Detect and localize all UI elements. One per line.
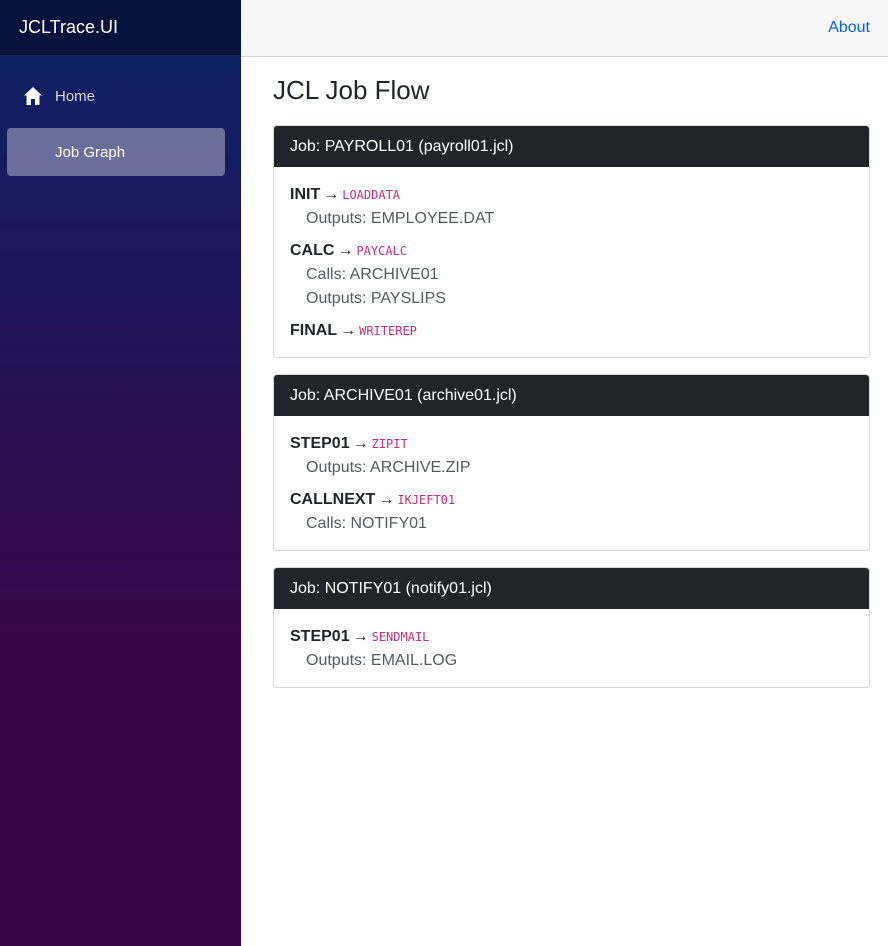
main-content: JCL Job Flow Job: PAYROLL01 (payroll01.j…	[273, 75, 870, 704]
step-program: SENDMAIL	[371, 630, 430, 644]
step-detail: Outputs: EMAIL.LOG	[306, 652, 458, 669]
job-step: CALLNEXT → IKJEFT01 Calls: NOTIFY01	[290, 488, 853, 536]
job-card-header: Job: PAYROLL01 (payroll01.jcl)	[274, 126, 869, 167]
step-detail: Calls: NOTIFY01	[306, 515, 427, 532]
step-detail: Calls: ARCHIVE01	[306, 266, 439, 283]
step-program: PAYCALC	[356, 244, 408, 258]
job-card-notify01: Job: NOTIFY01 (notify01.jcl) STEP01 → SEND…	[273, 567, 870, 688]
nav-item-job-graph[interactable]: Job Graph	[7, 128, 225, 176]
job-card-payroll01: Job: PAYROLL01 (payroll01.jcl) INIT → LOAD…	[273, 125, 870, 358]
arrow-icon: →	[323, 186, 340, 203]
sidebar: JCLTrace.UI Home Job Graph	[0, 0, 241, 946]
job-card-body: STEP01 → ZIPIT Outputs: ARCHIVE.ZIP CALLNE…	[274, 416, 869, 550]
step-detail: Outputs: EMPLOYEE.DAT	[306, 210, 495, 227]
job-card-body: INIT → LOADDATA Outputs: EMPLOYEE.DAT CALC…	[274, 167, 869, 357]
job-step: CALC → PAYCALC Calls: ARCHIVE01 Outputs: P…	[290, 239, 853, 311]
home-icon	[24, 87, 42, 105]
app-brand[interactable]: JCLTrace.UI	[0, 0, 241, 56]
job-step: INIT → LOADDATA Outputs: EMPLOYEE.DAT	[290, 183, 853, 231]
sidebar-nav: Home Job Graph	[0, 56, 241, 176]
about-link[interactable]: About	[828, 19, 870, 37]
step-detail: Outputs: ARCHIVE.ZIP	[306, 459, 471, 476]
nav-item-home[interactable]: Home	[7, 72, 225, 120]
step-program: WRITEREP	[359, 324, 417, 338]
arrow-icon: →	[337, 242, 354, 259]
step-name: INIT	[290, 186, 321, 203]
step-program: IKJEFT01	[397, 493, 456, 507]
step-detail: Outputs: PAYSLIPS	[306, 290, 446, 307]
arrow-icon: →	[352, 435, 369, 452]
job-card-archive01: Job: ARCHIVE01 (archive01.jcl) STEP01 → ZI…	[273, 374, 870, 551]
nav-item-job-graph-label: Job Graph	[55, 143, 126, 161]
job-card-header: Job: NOTIFY01 (notify01.jcl)	[274, 568, 869, 609]
nav-item-home-label: Home	[55, 87, 96, 105]
step-name: STEP01	[290, 435, 350, 452]
job-card-header: Job: ARCHIVE01 (archive01.jcl)	[274, 375, 869, 416]
step-name: CALC	[290, 242, 335, 259]
job-step: STEP01 → ZIPIT Outputs: ARCHIVE.ZIP	[290, 432, 853, 480]
job-step: FINAL → WRITEREP	[290, 319, 853, 343]
arrow-icon: →	[378, 491, 395, 508]
step-name: STEP01	[290, 628, 350, 645]
step-program: LOADDATA	[342, 188, 401, 202]
step-name: FINAL	[290, 322, 338, 339]
step-name: CALLNEXT	[290, 491, 376, 508]
job-card-body: STEP01 → SENDMAIL Outputs: EMAIL.LOG	[274, 609, 869, 687]
arrow-icon: →	[352, 628, 369, 645]
job-step: STEP01 → SENDMAIL Outputs: EMAIL.LOG	[290, 625, 853, 673]
top-bar: About	[241, 0, 888, 57]
arrow-icon: →	[340, 322, 357, 339]
page-title: JCL Job Flow	[273, 75, 430, 105]
step-program: ZIPIT	[371, 437, 408, 451]
